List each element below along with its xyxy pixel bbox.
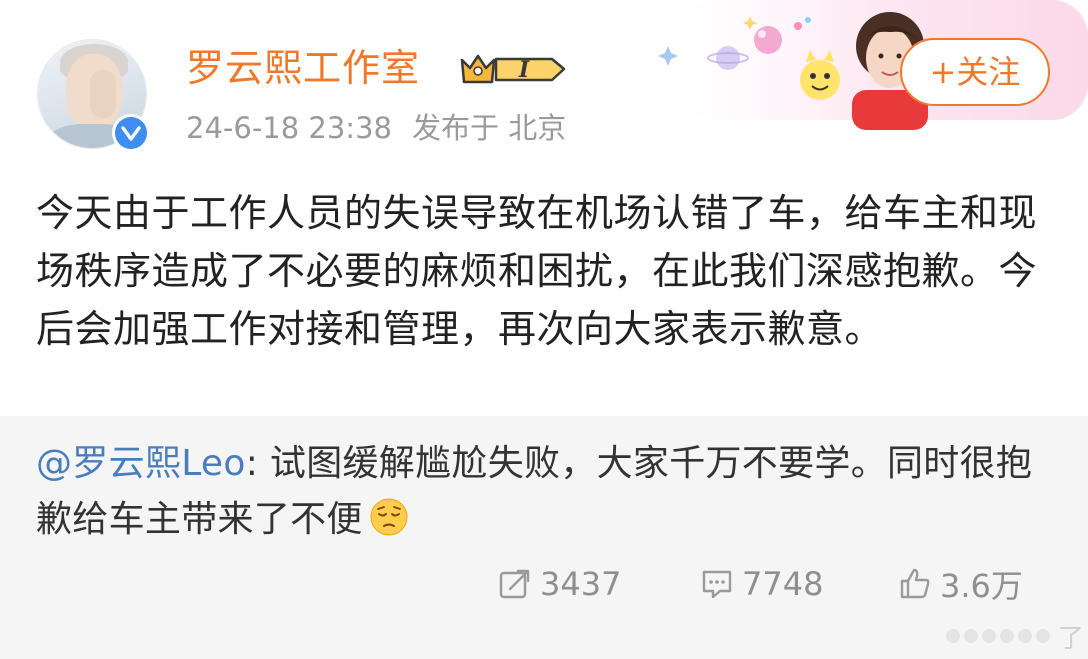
comment-icon [702,570,732,599]
avatar-hand [90,70,116,118]
member-level: I [518,57,530,83]
comment-count: 7748 [742,565,824,603]
repost-block[interactable]: @罗云熙Leo: 试图缓解尴尬失败，大家千万不要学。同时很抱歉给车主带来了不便 … [0,416,1088,659]
watermark: 了 [946,616,1084,656]
like-icon [900,568,930,599]
pensive-emoji-icon [370,498,408,536]
crown-badge-icon[interactable]: I [458,50,568,88]
repost-icon [499,569,530,599]
post-text: 今天由于工作人员的失误导致在机场认错了车，给车主和现场秩序造成了不必要的麻烦和困… [36,191,1038,351]
comment-count-button[interactable]: 7748 [700,562,823,606]
repost-count-button[interactable]: 3437 [498,562,621,606]
post-time[interactable]: 24-6-18 23:38 [186,111,392,145]
verified-icon [112,114,150,152]
repost-author[interactable]: @罗云熙Leo [36,443,246,484]
repost-separator: : [245,443,270,484]
watermark-label: 了 [1058,623,1085,654]
author-name[interactable]: 罗云熙工作室 [186,44,420,92]
post-location: 发布于 北京 [411,111,567,145]
post-meta: 24-6-18 23:38 发布于 北京 [186,108,566,148]
follow-button[interactable]: +关注 [900,38,1050,106]
like-count-button[interactable]: 3.6万 [898,562,1023,606]
like-count: 3.6万 [940,567,1023,605]
repost-count: 3437 [540,565,622,603]
repost-content: @罗云熙Leo: 试图缓解尴尬失败，大家千万不要学。同时很抱歉给车主带来了不便 [36,436,1056,548]
weibo-post: 罗云熙工作室 I 24-6-18 23:38 发布于 北京 +关注 今天由于工作… [0,0,1088,659]
